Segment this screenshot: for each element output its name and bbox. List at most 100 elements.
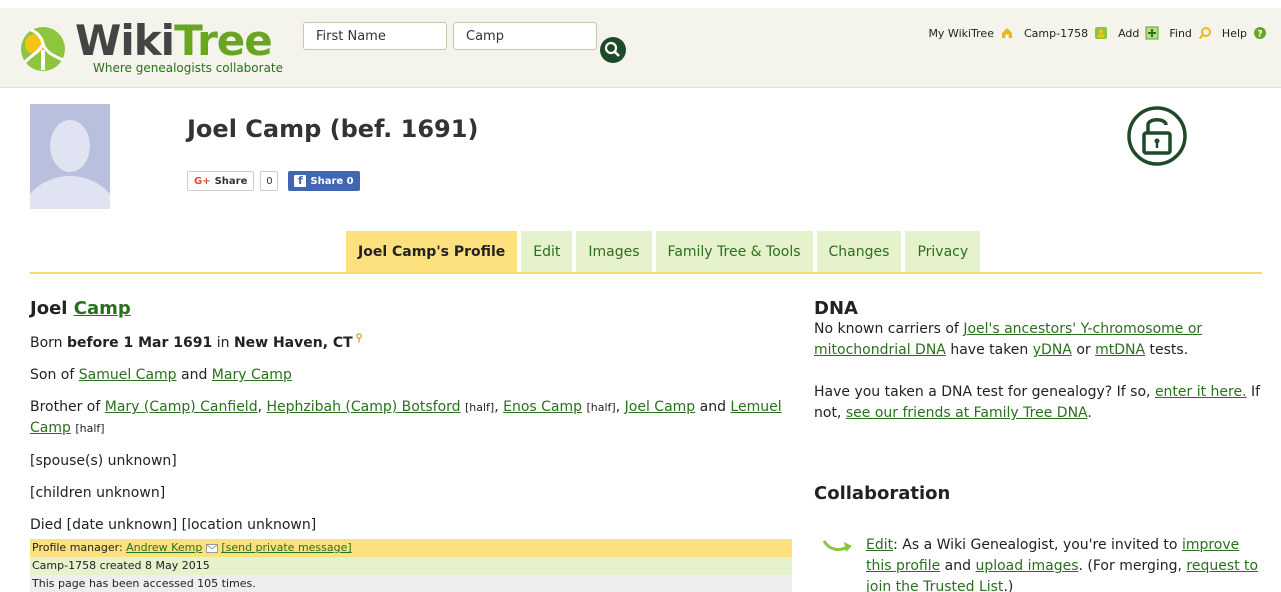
question-icon: ?	[1254, 27, 1266, 40]
last-name-input[interactable]	[453, 22, 597, 50]
dna-text: tests.	[1149, 342, 1189, 358]
nav-label: Camp-1758	[1023, 26, 1089, 40]
nav-label: Add	[1118, 26, 1140, 40]
magnifier-icon	[1198, 27, 1211, 40]
nav-find[interactable]: Find	[1169, 26, 1212, 40]
sibling-note: [half]	[586, 401, 616, 414]
born-in-label: in	[216, 335, 230, 351]
curved-arrow-icon	[822, 540, 852, 552]
google-share-label: Share	[214, 175, 248, 187]
collaboration-text: Edit: As a Wiki Genealogist, you're invi…	[866, 535, 1262, 592]
tab-edit[interactable]: Edit	[521, 231, 573, 273]
dna-text: have taken	[950, 342, 1029, 358]
nav-label: Help	[1221, 26, 1247, 40]
sidebar-dna: DNA No known carriers of Joel's ancestor…	[814, 298, 1264, 504]
dna-text: Have you taken a DNA test for genealogy?…	[814, 384, 1151, 400]
enter-dna-link[interactable]: enter it here.	[1155, 384, 1247, 400]
dna-text: or	[1076, 342, 1091, 358]
home-icon	[1001, 28, 1012, 38]
nav-my-wikitree[interactable]: My WikiTree	[928, 26, 1014, 40]
sibling-link[interactable]: Enos Camp	[503, 399, 582, 415]
unlock-icon	[1127, 106, 1187, 166]
upload-images-link[interactable]: upload images	[975, 558, 1078, 574]
profile-manager-bar: Profile manager: Andrew Kemp [send priva…	[30, 539, 792, 557]
tab-family-tree-tools[interactable]: Family Tree & Tools	[655, 231, 813, 273]
logo-wordmark: WikiTree	[75, 16, 273, 65]
nav-add[interactable]: Add	[1118, 26, 1159, 40]
profile-avatar	[30, 104, 110, 209]
collab-text: : As a Wiki Genealogist, you're invited …	[893, 537, 1178, 553]
collab-edit-link[interactable]: Edit	[866, 537, 893, 553]
son-of-label: Son of	[30, 367, 75, 383]
accessed-bar: This page has been accessed 105 times.	[30, 575, 792, 592]
tab-changes[interactable]: Changes	[816, 231, 902, 273]
search-button[interactable]	[600, 37, 626, 63]
ydna-link[interactable]: yDNA	[1033, 342, 1072, 358]
page-title: Joel Camp (bef. 1691)	[187, 115, 479, 143]
facebook-share-button[interactable]: f Share 0	[288, 171, 360, 191]
google-share-count: 0	[260, 171, 279, 191]
birth-line: Born before 1 Mar 1691 in New Haven, CT	[30, 333, 792, 353]
birth-place: New Haven, CT	[233, 335, 353, 351]
collab-text: and	[944, 558, 972, 574]
header-bar: WikiTree Where genealogists collaborate …	[0, 8, 1281, 88]
family-tree-dna-link[interactable]: see our friends at Family Tree DNA	[846, 405, 1088, 421]
profile-icon	[1095, 27, 1108, 39]
search-icon	[604, 41, 620, 57]
born-label: Born	[30, 335, 63, 351]
father-link[interactable]: Samuel Camp	[79, 367, 177, 383]
mtdna-link[interactable]: mtDNA	[1095, 342, 1145, 358]
tab-divider	[30, 272, 1262, 274]
surname-link[interactable]: Camp	[74, 298, 131, 319]
dna-carriers-text: No known carriers of Joel's ancestors' Y…	[814, 319, 1264, 361]
siblings-line: Brother of Mary (Camp) Canfield, Hephzib…	[30, 399, 782, 436]
privacy-lock-icon[interactable]	[1126, 105, 1188, 167]
death-line: Died [date unknown] [location unknown]	[30, 517, 317, 533]
spouse-line: [spouse(s) unknown]	[30, 453, 177, 469]
send-private-message-link[interactable]: [send private message]	[221, 541, 351, 554]
nav-help[interactable]: Help ?	[1222, 26, 1267, 40]
sibling-note: [half]	[464, 401, 495, 414]
mother-link[interactable]: Mary Camp	[212, 367, 292, 383]
parents-line: Son of Samuel Camp and Mary Camp	[30, 365, 792, 385]
user-nav: My WikiTree Camp-1758 Add Find Help ?	[928, 26, 1267, 40]
collab-text: . (For merging,	[1078, 558, 1182, 574]
person-first-name: Joel	[30, 298, 68, 319]
sibling-link[interactable]: Joel Camp	[625, 399, 696, 415]
logo-tagline: Where genealogists collaborate	[93, 61, 284, 75]
tab-profile[interactable]: Joel Camp's Profile	[346, 231, 518, 273]
dna-test-question: Have you taken a DNA test for genealogy?…	[814, 384, 1261, 421]
google-plus-icon: G+	[194, 175, 211, 187]
tab-images[interactable]: Images	[576, 231, 652, 273]
sibling-link[interactable]: Hephzibah (Camp) Botsford	[267, 399, 461, 415]
tab-privacy[interactable]: Privacy	[905, 231, 981, 273]
manager-link[interactable]: Andrew Kemp	[126, 541, 202, 554]
facebook-share-label: Share 0	[310, 175, 354, 187]
dna-heading: DNA	[814, 298, 858, 319]
collab-text: .)	[1003, 579, 1014, 592]
manager-label: Profile manager:	[32, 541, 123, 554]
nav-profile-id[interactable]: Camp-1758	[1024, 26, 1108, 40]
tree-logo-icon	[21, 27, 65, 71]
sibling-note: [half]	[75, 422, 105, 435]
created-bar: Camp-1758 created 8 May 2015	[30, 557, 792, 575]
plus-icon	[1145, 26, 1159, 40]
birth-date: before 1 Mar 1691	[67, 335, 213, 351]
dna-text: No known carriers of	[814, 321, 959, 337]
sibling-link[interactable]: Mary (Camp) Canfield	[105, 399, 258, 415]
envelope-icon[interactable]	[205, 543, 218, 553]
wikitree-logo[interactable]: WikiTree Where genealogists collaborate	[15, 16, 285, 78]
and-label: and	[699, 399, 726, 415]
google-share-button[interactable]: G+ Share	[187, 171, 255, 191]
biography-vitals: Joel Camp Born before 1 Mar 1691 in New …	[30, 298, 792, 592]
silhouette-icon	[30, 104, 110, 209]
brother-of-label: Brother of	[30, 399, 101, 415]
map-pin-icon[interactable]	[355, 333, 363, 343]
profile-tabs: Joel Camp's Profile Edit Images Family T…	[346, 231, 981, 273]
nav-label: My WikiTree	[928, 26, 994, 40]
collaboration-heading: Collaboration	[814, 483, 951, 504]
collaboration-edit-item: Edit: As a Wiki Genealogist, you're invi…	[822, 535, 1262, 592]
first-name-input[interactable]	[303, 22, 447, 50]
share-row: G+ Share 0 f Share 0	[187, 171, 360, 191]
children-line: [children unknown]	[30, 485, 166, 501]
